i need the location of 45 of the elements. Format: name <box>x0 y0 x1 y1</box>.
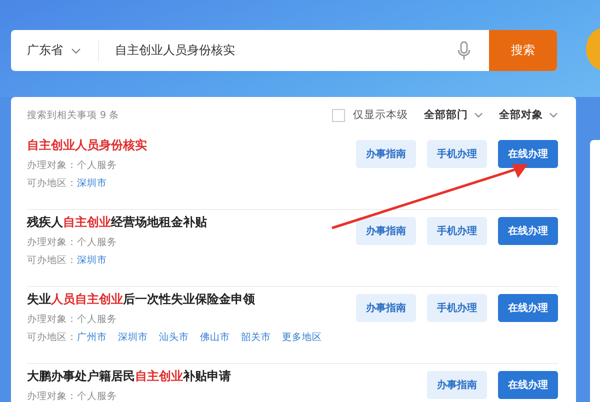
region-link[interactable]: 深圳市 <box>77 175 107 193</box>
meta-value: 个人服务 <box>77 390 117 402</box>
search-bar[interactable]: 广东省 自主创业人员身份核实 搜索 <box>11 30 557 71</box>
search-button[interactable]: 搜索 <box>489 30 557 71</box>
online-button[interactable]: 在线办理 <box>498 217 558 245</box>
caret-icon <box>71 48 81 54</box>
online-button[interactable]: 在线办理 <box>498 294 558 322</box>
caret-icon <box>474 112 483 118</box>
meta-label: 办理对象： <box>27 390 77 402</box>
region-link[interactable]: 广州市 <box>77 329 107 347</box>
region-link[interactable]: 佛山市 <box>200 329 230 347</box>
meta-label: 办理对象： <box>27 236 77 250</box>
region-link[interactable]: 韶关市 <box>241 329 271 347</box>
region-link[interactable]: 汕头市 <box>159 329 189 347</box>
result-title[interactable]: 自主创业人员身份核实 <box>27 137 147 154</box>
caret-icon <box>549 112 558 118</box>
online-button[interactable]: 在线办理 <box>498 140 558 168</box>
meta-label: 可办地区： <box>27 331 77 345</box>
microphone-icon[interactable] <box>457 40 471 60</box>
filter-dropdown[interactable]: 全部部门 <box>424 108 483 122</box>
checkbox-label: 仅显示本级 <box>353 108 408 122</box>
region-link[interactable]: 深圳市 <box>118 329 148 347</box>
meta-value: 个人服务 <box>77 313 117 327</box>
online-button[interactable]: 在线办理 <box>498 371 558 399</box>
meta-label: 可办地区： <box>27 177 77 191</box>
meta-label: 办理对象： <box>27 313 77 327</box>
filter-dropdown[interactable]: 全部对象 <box>499 108 558 122</box>
result-count: 搜索到相关事项 9 条 <box>27 108 120 122</box>
checkbox[interactable] <box>332 108 345 122</box>
meta-label: 可办地区： <box>27 254 77 268</box>
guide-button[interactable]: 办事指南 <box>427 371 487 399</box>
meta-value: 个人服务 <box>77 236 117 250</box>
mobile-button[interactable]: 手机办理 <box>427 217 487 245</box>
meta-value: 个人服务 <box>77 159 117 173</box>
result-title[interactable]: 残疾人自主创业经营场地租金补贴 <box>27 214 207 231</box>
result-title[interactable]: 失业人员自主创业后一次性失业保险金申领 <box>27 291 333 308</box>
region-link[interactable]: 更多地区 <box>282 329 322 347</box>
region-link[interactable]: 深圳市 <box>77 252 107 270</box>
mobile-button[interactable]: 手机办理 <box>427 140 487 168</box>
result-title[interactable]: 大鹏办事处户籍居民自主创业补贴申请 <box>27 368 231 385</box>
guide-button[interactable]: 办事指南 <box>356 294 416 322</box>
meta-label: 办理对象： <box>27 159 77 173</box>
mobile-button[interactable]: 手机办理 <box>427 294 487 322</box>
guide-button[interactable]: 办事指南 <box>356 140 416 168</box>
guide-button[interactable]: 办事指南 <box>356 217 416 245</box>
